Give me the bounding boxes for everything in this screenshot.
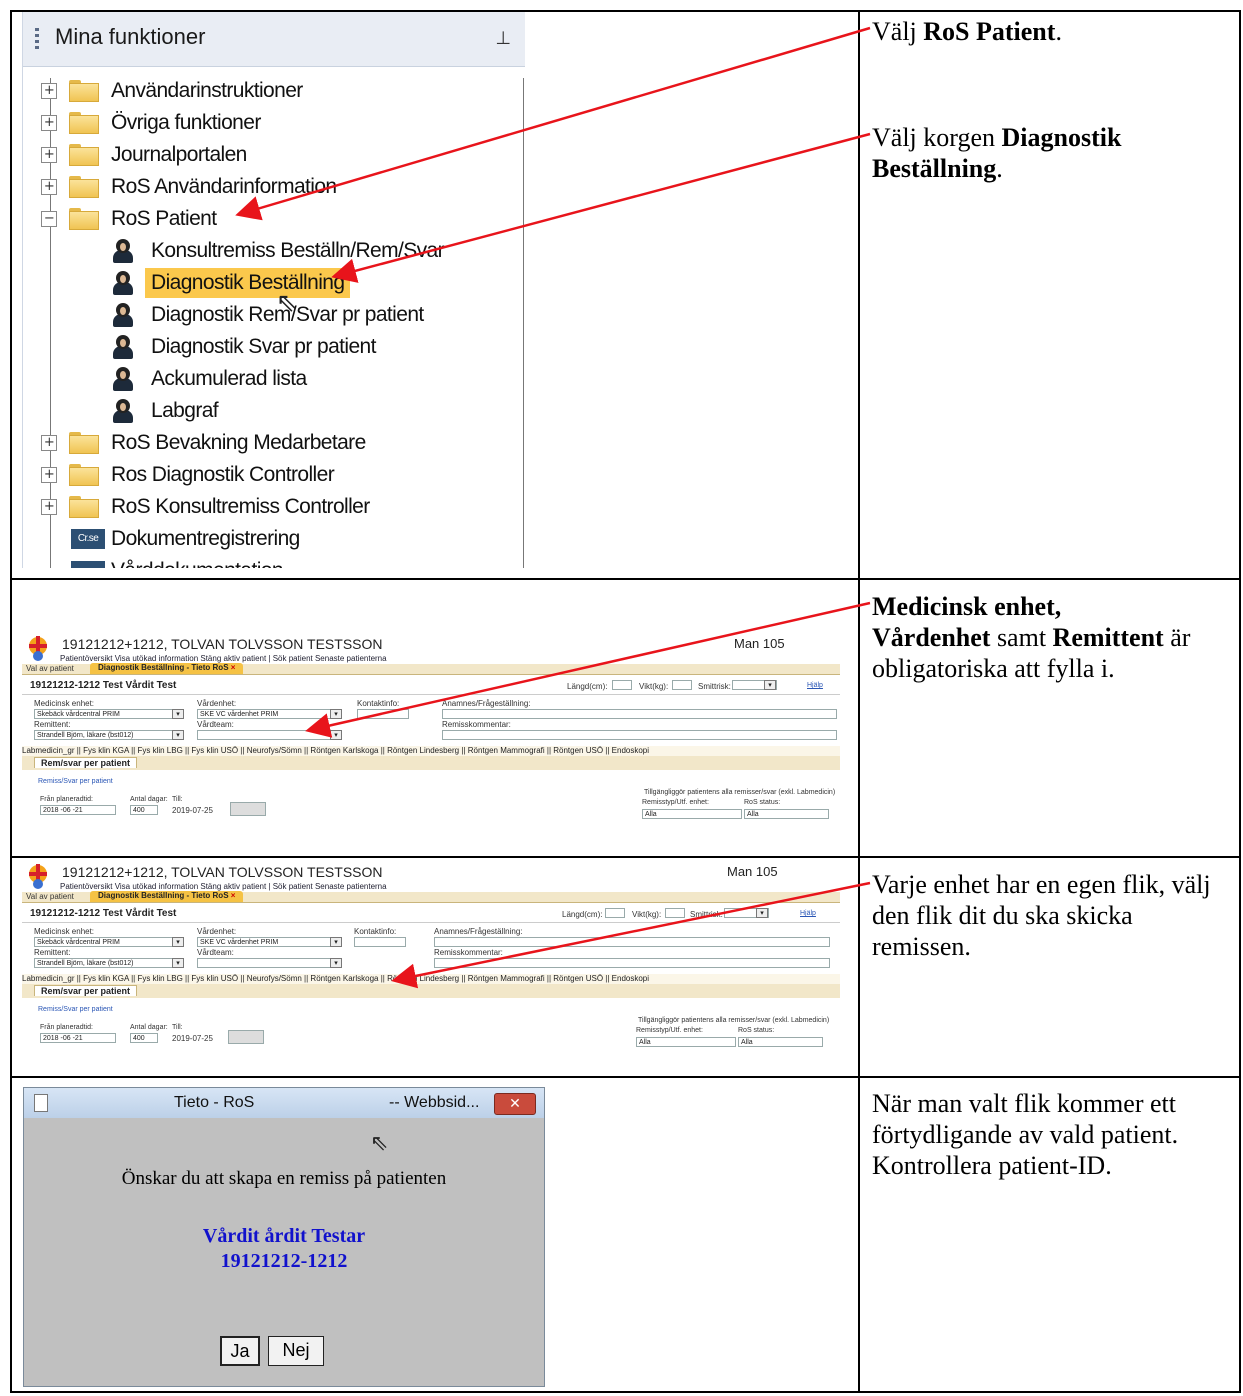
mouse-cursor-icon: ⇖ [276, 288, 298, 318]
arrow-lab-tabs [391, 881, 871, 989]
annotation-arrows [235, 26, 871, 989]
arrow-ros-patient [235, 26, 871, 221]
arrow-diagnostik-bestallning [331, 132, 871, 283]
arrow-mandatory-fields [305, 601, 871, 738]
